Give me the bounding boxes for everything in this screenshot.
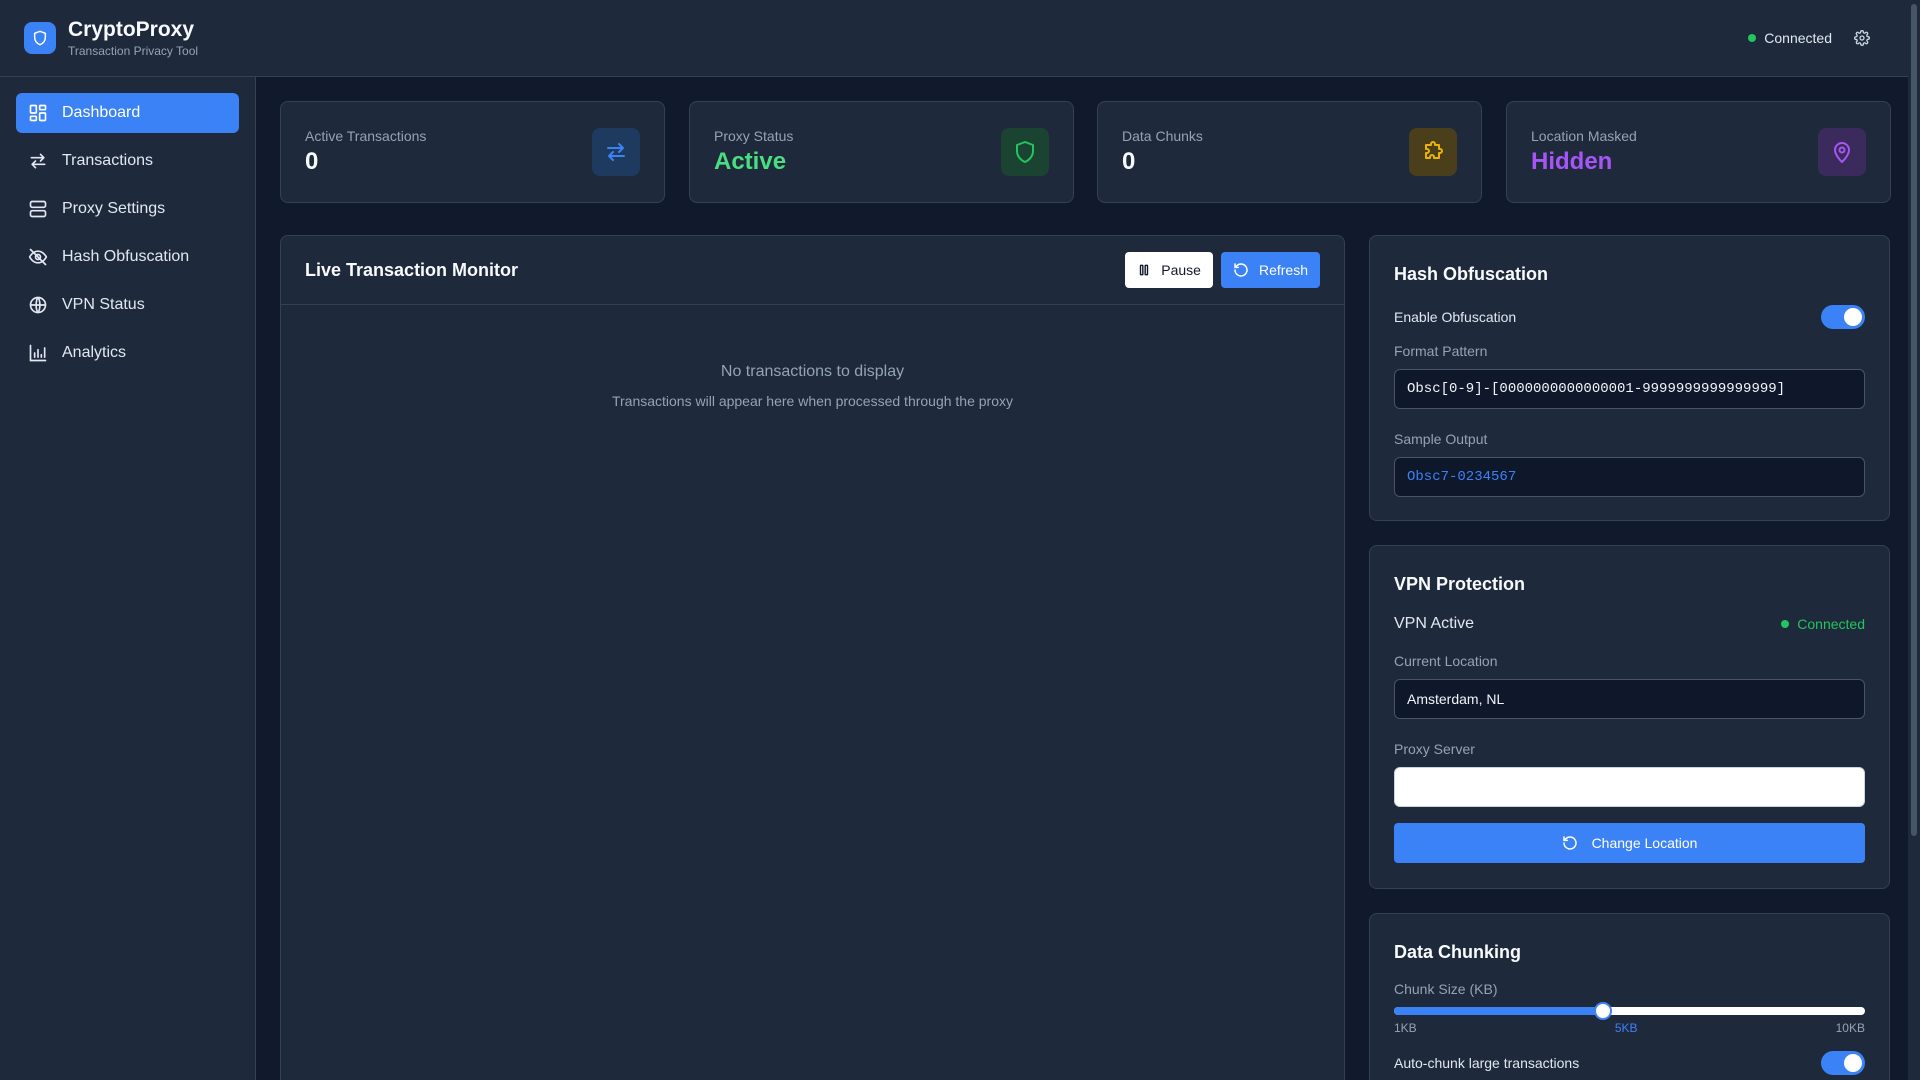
data-chunking-panel: Data Chunking Chunk Size (KB) 1KB 5KB 10… xyxy=(1369,913,1890,1080)
stat-label: Active Transactions xyxy=(305,128,427,144)
stat-label: Data Chunks xyxy=(1122,128,1203,144)
current-location-label: Current Location xyxy=(1394,653,1498,669)
sidebar-item-dashboard[interactable]: Dashboard xyxy=(16,93,239,133)
status-dot-icon xyxy=(1781,620,1790,628)
map-pin-icon xyxy=(1818,128,1866,176)
empty-state-title: No transactions to display xyxy=(720,363,905,380)
format-pattern-input[interactable]: Obsc[0-9]-[0000000000000001-999999999999… xyxy=(1394,369,1865,409)
auto-chunk-label: Auto-chunk large transactions xyxy=(1394,1055,1580,1071)
sidebar-item-hash-obfuscation[interactable]: Hash Obfuscation xyxy=(16,237,239,277)
sidebar-item-label: Transactions xyxy=(62,152,153,169)
stat-value: 0 xyxy=(305,148,319,175)
slider-max-label: 10KB xyxy=(1835,1021,1865,1035)
stat-label: Location Masked xyxy=(1531,128,1637,144)
stat-card-active-transactions: Active Transactions 0 xyxy=(280,101,665,203)
slider-fill xyxy=(1394,1007,1604,1015)
shield-icon xyxy=(1001,128,1049,176)
empty-state: No transactions to display Transactions … xyxy=(281,363,1344,409)
connection-status-label: Connected xyxy=(1764,30,1832,46)
refresh-icon xyxy=(1234,263,1248,277)
vpn-protection-panel: VPN Protection VPN Active Connected Curr… xyxy=(1369,545,1890,889)
server-icon xyxy=(28,199,48,219)
stat-card-location-masked: Location Masked Hidden xyxy=(1506,101,1891,203)
app-header: CryptoProxy Transaction Privacy Tool Con… xyxy=(0,0,1908,77)
gear-icon xyxy=(1854,30,1870,46)
connection-status: Connected xyxy=(1748,30,1832,46)
proxy-server-label: Proxy Server xyxy=(1394,741,1475,757)
stat-value: Active xyxy=(714,148,787,175)
change-location-button[interactable]: Change Location xyxy=(1394,823,1865,863)
enable-obfuscation-toggle[interactable] xyxy=(1821,305,1865,329)
puzzle-icon xyxy=(1409,128,1457,176)
change-location-label: Change Location xyxy=(1591,835,1698,851)
auto-chunk-toggle[interactable] xyxy=(1821,1051,1865,1075)
status-dot-icon xyxy=(1748,34,1757,42)
slider-thumb[interactable] xyxy=(1594,1002,1613,1020)
panel-title: Data Chunking xyxy=(1394,942,1522,962)
sample-output-field: Obsc7-0234567 xyxy=(1394,457,1865,497)
sidebar: Dashboard Transactions Proxy Settings Ha… xyxy=(0,77,256,1080)
brand: CryptoProxy Transaction Privacy Tool xyxy=(24,17,198,59)
format-pattern-label: Format Pattern xyxy=(1394,343,1488,359)
stat-value: Hidden xyxy=(1531,148,1613,175)
sidebar-item-label: Hash Obfuscation xyxy=(62,248,190,265)
enable-obfuscation-label: Enable Obfuscation xyxy=(1394,309,1517,325)
vpn-status-badge: Connected xyxy=(1781,616,1865,632)
panel-title: VPN Protection xyxy=(1394,574,1526,594)
dashboard-icon xyxy=(28,103,48,123)
page-scrollbar[interactable] xyxy=(1908,0,1920,1080)
sidebar-item-transactions[interactable]: Transactions xyxy=(16,141,239,181)
app-subtitle: Transaction Privacy Tool xyxy=(68,44,199,58)
scrollbar-thumb[interactable] xyxy=(1911,4,1917,836)
eye-off-icon xyxy=(28,247,48,267)
arrows-swap-icon xyxy=(28,151,48,171)
bar-chart-icon xyxy=(28,343,48,363)
refresh-label: Refresh xyxy=(1258,262,1308,278)
pause-button[interactable]: Pause xyxy=(1125,252,1213,288)
pause-icon xyxy=(1140,264,1149,276)
sample-output-label: Sample Output xyxy=(1394,431,1488,447)
sidebar-item-label: VPN Status xyxy=(62,296,145,313)
vpn-active-label: VPN Active xyxy=(1394,615,1475,632)
shield-logo-icon xyxy=(24,22,56,54)
slider-current-label: 5KB xyxy=(1614,1021,1638,1035)
panel-title: Live Transaction Monitor xyxy=(305,259,519,280)
refresh-icon xyxy=(1562,836,1577,850)
sidebar-item-proxy-settings[interactable]: Proxy Settings xyxy=(16,189,239,229)
globe-icon xyxy=(28,295,48,315)
sidebar-item-label: Analytics xyxy=(62,344,127,361)
stat-card-proxy-status: Proxy Status Active xyxy=(689,101,1074,203)
empty-state-subtitle: Transactions will appear here when proce… xyxy=(611,393,1014,409)
chunk-size-slider[interactable] xyxy=(1394,1002,1865,1020)
proxy-server-input[interactable] xyxy=(1394,767,1865,807)
chunk-size-label: Chunk Size (KB) xyxy=(1394,981,1498,997)
stat-value: 0 xyxy=(1122,148,1136,175)
arrows-swap-icon xyxy=(592,128,640,176)
sidebar-item-label: Proxy Settings xyxy=(62,200,166,217)
sidebar-item-label: Dashboard xyxy=(62,104,141,121)
app-title: CryptoProxy xyxy=(68,18,195,41)
current-location-field[interactable]: Amsterdam, NL xyxy=(1394,679,1865,719)
stat-card-data-chunks: Data Chunks 0 xyxy=(1097,101,1482,203)
transaction-monitor-panel: Live Transaction Monitor Pause Refresh N… xyxy=(280,235,1345,1080)
pause-label: Pause xyxy=(1161,262,1201,278)
sidebar-item-vpn-status[interactable]: VPN Status xyxy=(16,285,239,325)
vpn-status-label: Connected xyxy=(1797,616,1865,632)
slider-min-label: 1KB xyxy=(1394,1021,1417,1035)
sidebar-item-analytics[interactable]: Analytics xyxy=(16,333,239,373)
stat-label: Proxy Status xyxy=(714,128,794,144)
refresh-button[interactable]: Refresh xyxy=(1220,252,1320,288)
settings-button[interactable] xyxy=(1850,26,1874,50)
panel-title: Hash Obfuscation xyxy=(1394,264,1549,284)
hash-obfuscation-panel: Hash Obfuscation Enable Obfuscation Form… xyxy=(1369,235,1890,521)
